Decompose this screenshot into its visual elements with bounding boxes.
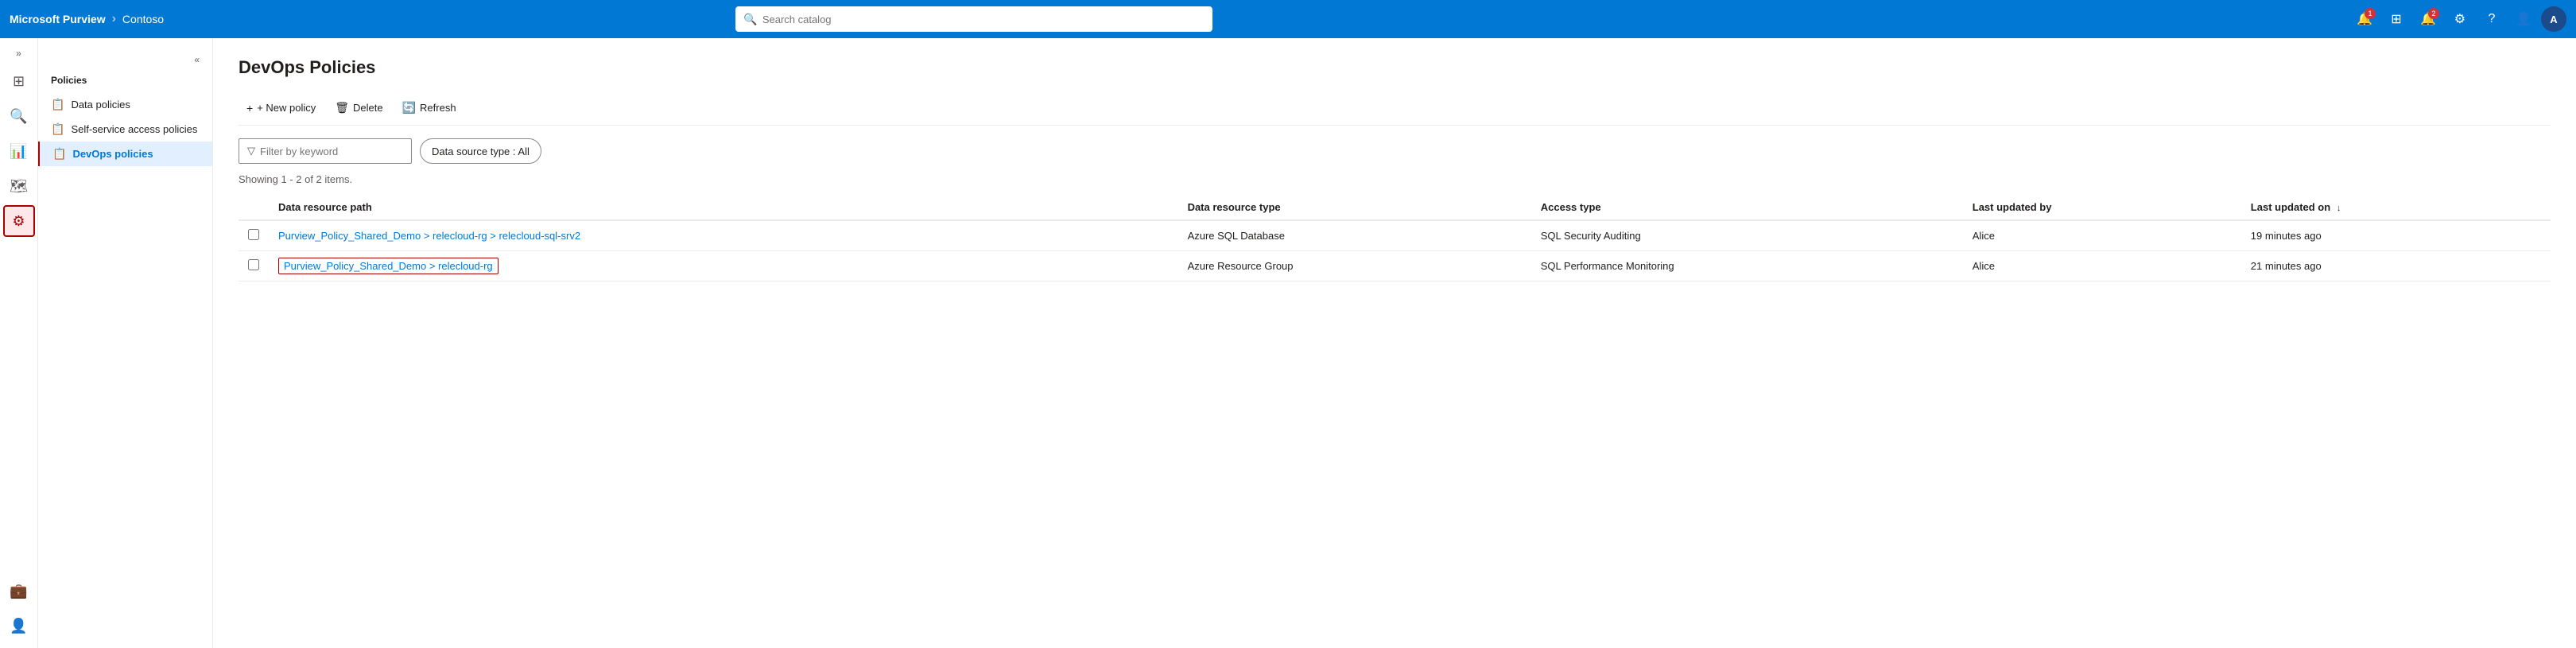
sidebar-item-devops-policies-label: DevOps policies [72,148,153,160]
refresh-label: Refresh [420,102,456,114]
self-service-icon: 📋 [51,122,64,136]
grid-btn[interactable]: ⊞ [2382,5,2411,33]
delete-icon: 🗑 [335,101,349,114]
help-btn[interactable]: ? [2477,5,2506,33]
expand-icon-bar-btn[interactable]: » [10,45,28,62]
sidebar-item-data-policies-label: Data policies [71,99,130,111]
toolbar: + + New policy 🗑 Delete 🔄 Refresh [239,91,2551,126]
content-area: DevOps Policies + + New policy 🗑 Delete … [213,38,2576,648]
row1-access: SQL Security Auditing [1531,220,1963,251]
icon-bar-insights[interactable]: 📊 [3,135,35,167]
col-path: Data resource path [269,195,1178,220]
row2-checkbox-cell[interactable] [239,251,269,281]
search-input[interactable] [762,14,1205,25]
sidebar-item-self-service[interactable]: 📋 Self-service access policies [38,117,212,142]
devops-policies-icon: 📋 [52,147,66,161]
notification-badge-2: 2 [2428,8,2439,19]
data-policies-icon: 📋 [51,98,64,111]
sidebar-item-data-policies[interactable]: 📋 Data policies [38,92,212,117]
datasource-type-filter[interactable]: Data source type : All [420,138,541,164]
icon-bar-catalog[interactable]: 🔍 [3,100,35,132]
brand-separator: › [112,12,116,26]
filter-row: ▽ Data source type : All [239,138,2551,164]
filter-icon: ▽ [247,145,255,157]
icon-bar: » ⊞ 🔍 📊 🗺 ⚙ 💼 👤 [0,38,38,648]
row2-updated-on: 21 minutes ago [2241,251,2551,281]
sidebar-item-devops-policies[interactable]: 📋 DevOps policies [38,142,212,166]
row2-path-link[interactable]: Purview_Policy_Shared_Demo > relecloud-r… [278,258,499,274]
row2-updated-by: Alice [1963,251,2241,281]
row1-updated-on: 19 minutes ago [2241,220,2551,251]
sort-arrow-icon: ↓ [2337,204,2341,213]
icon-bar-map[interactable]: 🗺 [3,170,35,202]
delete-label: Delete [353,102,383,114]
col-type: Data resource type [1178,195,1531,220]
icon-bar-policies[interactable]: ⚙ [3,205,35,237]
search-bar[interactable]: 🔍 [735,6,1212,32]
sidebar-section-label: Policies [38,72,212,92]
table-container: Data resource path Data resource type Ac… [239,195,2551,281]
col-access: Access type [1531,195,1963,220]
collapse-sidebar-btn[interactable]: « [188,51,206,68]
row2-checkbox[interactable] [248,259,259,270]
sidebar-collapse-row: « [38,48,212,72]
avatar[interactable]: A [2541,6,2566,32]
search-icon: 🔍 [743,13,757,26]
nav-icons: 🔔 1 ⊞ 🔔 2 ⚙ ? 👤 A [2350,5,2566,33]
tenant-name: Contoso [122,13,164,25]
row1-checkbox[interactable] [248,229,259,240]
sidebar-item-self-service-label: Self-service access policies [71,123,197,135]
page-title: DevOps Policies [239,57,2551,78]
account-btn[interactable]: 👤 [2509,5,2538,33]
row2-access: SQL Performance Monitoring [1531,251,1963,281]
brand-name: Microsoft Purview [10,13,106,25]
datasource-type-label: Data source type : All [432,146,530,157]
row1-path: Purview_Policy_Shared_Demo > relecloud-r… [269,220,1178,251]
sidebar: « Policies 📋 Data policies 📋 Self-servic… [38,38,213,648]
table-row: Purview_Policy_Shared_Demo > relecloud-r… [239,220,2551,251]
filter-by-keyword-input[interactable]: ▽ [239,138,412,164]
top-nav: Microsoft Purview › Contoso 🔍 🔔 1 ⊞ 🔔 2 … [0,0,2576,38]
table-row: Purview_Policy_Shared_Demo > relecloud-r… [239,251,2551,281]
row1-path-link[interactable]: Purview_Policy_Shared_Demo > relecloud-r… [278,230,580,242]
icon-bar-home[interactable]: ⊞ [3,65,35,97]
row2-type: Azure Resource Group [1178,251,1531,281]
main-layout: » ⊞ 🔍 📊 🗺 ⚙ 💼 👤 « Policies 📋 Data polici… [0,38,2576,648]
notification-btn-2[interactable]: 🔔 2 [2414,5,2442,33]
row1-updated-by: Alice [1963,220,2241,251]
new-policy-label: + New policy [257,102,316,114]
new-policy-icon: + [246,102,253,114]
items-count: Showing 1 - 2 of 2 items. [239,173,2551,185]
notification-btn-1[interactable]: 🔔 1 [2350,5,2379,33]
row2-path: Purview_Policy_Shared_Demo > relecloud-r… [269,251,1178,281]
icon-bar-user[interactable]: 👤 [3,610,35,642]
refresh-button[interactable]: 🔄 Refresh [394,97,464,118]
keyword-input[interactable] [260,146,403,157]
settings-btn[interactable]: ⚙ [2446,5,2474,33]
new-policy-button[interactable]: + + New policy [239,98,324,118]
policies-table: Data resource path Data resource type Ac… [239,195,2551,281]
row1-type: Azure SQL Database [1178,220,1531,251]
table-header-row: Data resource path Data resource type Ac… [239,195,2551,220]
row1-checkbox-cell[interactable] [239,220,269,251]
icon-bar-workflow[interactable]: 💼 [3,575,35,607]
col-updated-by: Last updated by [1963,195,2241,220]
refresh-icon: 🔄 [402,101,416,114]
select-all-header [239,195,269,220]
delete-button[interactable]: 🗑 Delete [327,97,390,118]
brand: Microsoft Purview › Contoso [10,12,164,26]
col-updated-on[interactable]: Last updated on ↓ [2241,195,2551,220]
notification-badge-1: 1 [2365,8,2376,19]
